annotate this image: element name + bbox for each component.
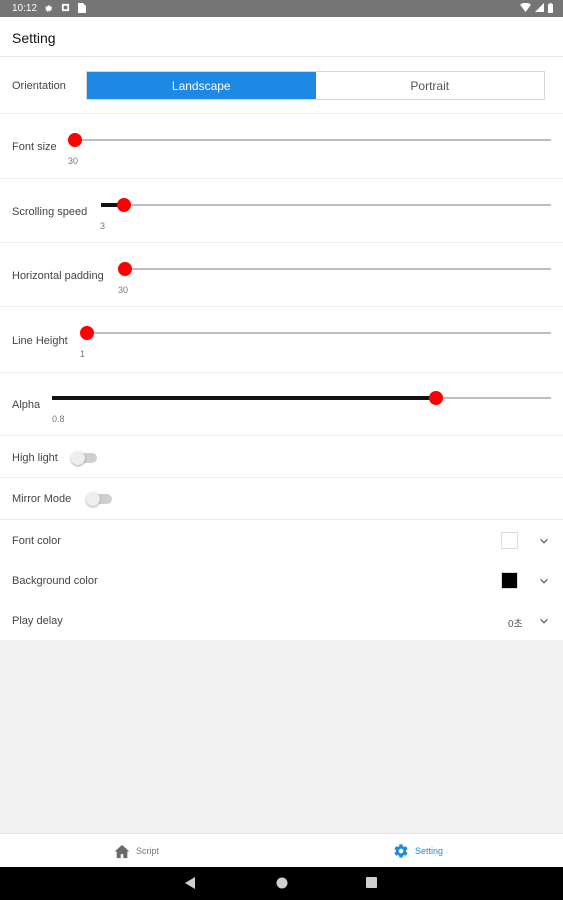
font-size-label: Font size	[12, 141, 57, 153]
gear-icon	[394, 844, 408, 858]
slider-fill	[52, 396, 437, 400]
orientation-landscape-option[interactable]: Landscape	[87, 72, 316, 99]
font-color-label: Font color	[12, 535, 61, 547]
horizontal-padding-slider[interactable]	[118, 262, 551, 276]
battery-icon	[548, 3, 553, 16]
slider-thumb[interactable]	[80, 326, 94, 340]
line-height-slider[interactable]	[80, 326, 551, 340]
horizontal-padding-row: Horizontal padding 30	[0, 243, 563, 307]
orientation-row: Orientation Landscape Portrait	[0, 57, 563, 114]
horizontal-padding-label: Horizontal padding	[12, 270, 104, 282]
status-time: 10:12	[12, 3, 38, 14]
horizontal-padding-value: 30	[118, 285, 129, 295]
system-navigation-bar	[0, 867, 563, 900]
toggle-knob	[71, 451, 85, 465]
slider-thumb[interactable]	[68, 133, 82, 147]
font-size-slider[interactable]	[68, 133, 551, 147]
tab-setting-label: Setting	[415, 846, 444, 856]
square-notification-icon	[61, 3, 70, 15]
scrolling-speed-row: Scrolling speed 3	[0, 179, 563, 243]
status-bar: 10:12	[0, 0, 563, 17]
high-light-toggle[interactable]	[71, 451, 97, 465]
chevron-down-icon[interactable]	[537, 534, 551, 548]
bottom-tab-bar: Script Setting	[0, 833, 563, 867]
alpha-row: Alpha 0.8	[0, 373, 563, 436]
font-color-row[interactable]: Font color	[0, 520, 563, 560]
back-icon[interactable]	[185, 877, 196, 889]
alpha-slider[interactable]	[52, 391, 551, 405]
slider-thumb[interactable]	[116, 198, 131, 212]
tab-script[interactable]: Script	[114, 834, 159, 868]
background-color-label: Background color	[12, 575, 98, 587]
background-color-row[interactable]: Background color	[0, 560, 563, 600]
play-delay-label: Play delay	[12, 615, 63, 627]
orientation-segmented-control: Landscape Portrait	[86, 71, 545, 100]
home-circle-icon[interactable]	[276, 877, 288, 889]
line-height-label: Line Height	[12, 335, 68, 347]
mirror-mode-row: Mirror Mode	[0, 478, 563, 520]
gear-icon	[44, 3, 53, 15]
font-color-swatch[interactable]	[501, 532, 518, 549]
slider-thumb[interactable]	[429, 391, 444, 405]
page-title: Setting	[12, 30, 56, 46]
slider-thumb[interactable]	[118, 262, 132, 276]
play-delay-value: 0초	[508, 619, 523, 630]
signal-icon	[535, 3, 544, 15]
sim-card-icon	[78, 3, 86, 16]
tab-setting[interactable]: Setting	[393, 834, 443, 868]
app-bar: Setting	[0, 17, 563, 57]
mirror-mode-toggle[interactable]	[86, 492, 112, 506]
orientation-label: Orientation	[12, 80, 66, 92]
orientation-portrait-option[interactable]: Portrait	[315, 72, 544, 99]
scrolling-speed-label: Scrolling speed	[12, 206, 88, 218]
scrolling-speed-slider[interactable]	[101, 198, 551, 212]
alpha-value: 0.8	[52, 414, 65, 424]
alpha-label: Alpha	[12, 399, 41, 411]
high-light-label: High light	[12, 452, 58, 464]
line-height-value: 1	[80, 349, 86, 359]
background-color-swatch[interactable]	[501, 572, 518, 589]
scrolling-speed-value: 3	[100, 221, 106, 231]
settings-list: Orientation Landscape Portrait Font size…	[0, 57, 563, 640]
chevron-down-icon[interactable]	[537, 614, 551, 628]
mirror-mode-label: Mirror Mode	[12, 493, 72, 505]
recents-icon[interactable]	[366, 877, 377, 888]
high-light-row: High light	[0, 436, 563, 478]
play-delay-row[interactable]: Play delay 0초	[0, 600, 563, 640]
home-icon	[114, 844, 130, 858]
tab-script-label: Script	[136, 846, 160, 856]
font-size-value: 30	[68, 156, 79, 166]
toggle-knob	[86, 492, 100, 506]
wifi-icon	[520, 2, 531, 15]
line-height-row: Line Height 1	[0, 307, 563, 373]
chevron-down-icon[interactable]	[537, 574, 551, 588]
font-size-row: Font size 30	[0, 114, 563, 179]
